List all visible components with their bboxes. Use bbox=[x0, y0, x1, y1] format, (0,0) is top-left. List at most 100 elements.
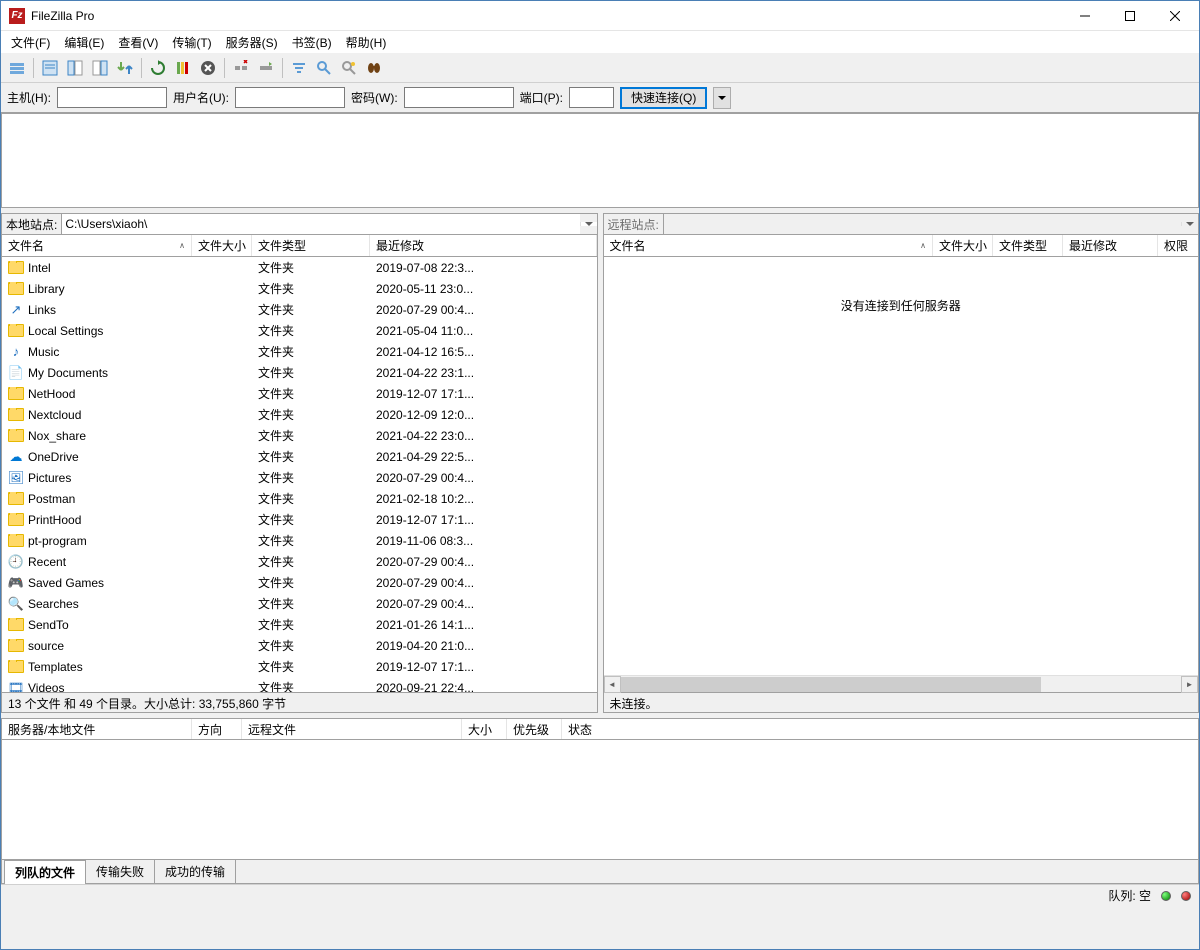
tab-success[interactable]: 成功的传输 bbox=[154, 859, 236, 883]
port-input[interactable] bbox=[569, 87, 614, 108]
file-type: 文件夹 bbox=[252, 574, 370, 591]
col-server[interactable]: 服务器/本地文件 bbox=[2, 719, 192, 739]
file-row[interactable]: NetHood文件夹2019-12-07 17:1... bbox=[2, 383, 597, 404]
file-modified: 2019-11-06 08:3... bbox=[370, 534, 597, 548]
toggle-log-icon[interactable] bbox=[38, 56, 62, 80]
menu-server[interactable]: 服务器(S) bbox=[220, 32, 284, 53]
horizontal-scrollbar[interactable]: ◄ ► bbox=[604, 675, 1199, 692]
quickconnect-dropdown[interactable] bbox=[713, 87, 731, 109]
col-size[interactable]: 文件大小 bbox=[192, 235, 252, 256]
pass-input[interactable] bbox=[404, 87, 514, 108]
remote-pane: 远程站点: 文件名∧ 文件大小 文件类型 最近修改 权限 没有连接到任何服务器 … bbox=[603, 213, 1200, 713]
scroll-right-icon[interactable]: ► bbox=[1181, 676, 1198, 693]
file-row[interactable]: ♪Music文件夹2021-04-12 16:5... bbox=[2, 341, 597, 362]
file-row[interactable]: Nox_share文件夹2021-04-22 23:0... bbox=[2, 425, 597, 446]
maximize-button[interactable] bbox=[1107, 2, 1152, 30]
col-size[interactable]: 大小 bbox=[462, 719, 507, 739]
toggle-remote-tree-icon[interactable] bbox=[88, 56, 112, 80]
scroll-left-icon[interactable]: ◄ bbox=[604, 676, 621, 693]
scrollbar-thumb[interactable] bbox=[621, 677, 1041, 692]
compare-icon[interactable] bbox=[312, 56, 336, 80]
local-file-list[interactable]: Intel文件夹2019-07-08 22:3...Library文件夹2020… bbox=[1, 257, 598, 693]
site-manager-icon[interactable] bbox=[5, 56, 29, 80]
file-row[interactable]: PrintHood文件夹2019-12-07 17:1... bbox=[2, 509, 597, 530]
toggle-local-tree-icon[interactable] bbox=[63, 56, 87, 80]
col-modified[interactable]: 最近修改 bbox=[1063, 235, 1158, 256]
menu-bookmarks[interactable]: 书签(B) bbox=[286, 32, 338, 53]
col-type[interactable]: 文件类型 bbox=[993, 235, 1063, 256]
port-label: 端口(P): bbox=[520, 89, 563, 106]
local-path-dropdown[interactable] bbox=[580, 222, 597, 226]
col-type[interactable]: 文件类型 bbox=[252, 235, 370, 256]
disconnect-icon[interactable] bbox=[229, 56, 253, 80]
queue-list[interactable] bbox=[1, 740, 1199, 860]
file-row[interactable]: Intel文件夹2019-07-08 22:3... bbox=[2, 257, 597, 278]
local-path-input[interactable] bbox=[61, 214, 579, 234]
minimize-button[interactable] bbox=[1062, 2, 1107, 30]
file-row[interactable]: source文件夹2019-04-20 21:0... bbox=[2, 635, 597, 656]
file-row[interactable]: ☁OneDrive文件夹2021-04-29 22:5... bbox=[2, 446, 597, 467]
tab-queued[interactable]: 列队的文件 bbox=[4, 860, 86, 884]
sync-browse-icon[interactable] bbox=[337, 56, 361, 80]
file-row[interactable]: pt-program文件夹2019-11-06 08:3... bbox=[2, 530, 597, 551]
file-row[interactable]: 🎮Saved Games文件夹2020-07-29 00:4... bbox=[2, 572, 597, 593]
file-type: 文件夹 bbox=[252, 553, 370, 570]
search-remote-icon[interactable] bbox=[362, 56, 386, 80]
file-modified: 2019-07-08 22:3... bbox=[370, 261, 597, 275]
file-row[interactable]: 📄My Documents文件夹2021-04-22 23:1... bbox=[2, 362, 597, 383]
file-row[interactable]: SendTo文件夹2021-01-26 14:1... bbox=[2, 614, 597, 635]
file-name: pt-program bbox=[2, 534, 192, 548]
close-button[interactable] bbox=[1152, 2, 1197, 30]
host-input[interactable] bbox=[57, 87, 167, 108]
process-queue-icon[interactable] bbox=[171, 56, 195, 80]
reconnect-icon[interactable] bbox=[254, 56, 278, 80]
menu-file[interactable]: 文件(F) bbox=[5, 32, 56, 53]
menu-view[interactable]: 查看(V) bbox=[112, 32, 164, 53]
col-modified[interactable]: 最近修改 bbox=[370, 235, 597, 256]
filter-icon[interactable] bbox=[287, 56, 311, 80]
toggle-queue-icon[interactable] bbox=[113, 56, 137, 80]
file-name: Local Settings bbox=[2, 324, 192, 338]
menu-transfer[interactable]: 传输(T) bbox=[166, 32, 217, 53]
refresh-icon[interactable] bbox=[146, 56, 170, 80]
cancel-icon[interactable] bbox=[196, 56, 220, 80]
sort-asc-icon: ∧ bbox=[179, 241, 185, 250]
col-name[interactable]: 文件名∧ bbox=[2, 235, 192, 256]
file-row[interactable]: Postman文件夹2021-02-18 10:2... bbox=[2, 488, 597, 509]
toolbar bbox=[1, 53, 1199, 83]
quickconnect-button[interactable]: 快速连接(Q) bbox=[620, 87, 707, 109]
menu-edit[interactable]: 编辑(E) bbox=[58, 32, 110, 53]
col-priority[interactable]: 优先级 bbox=[507, 719, 562, 739]
menu-help[interactable]: 帮助(H) bbox=[340, 32, 393, 53]
file-row[interactable]: Nextcloud文件夹2020-12-09 12:0... bbox=[2, 404, 597, 425]
file-row[interactable]: Library文件夹2020-05-11 23:0... bbox=[2, 278, 597, 299]
user-input[interactable] bbox=[235, 87, 345, 108]
file-row[interactable]: Local Settings文件夹2021-05-04 11:0... bbox=[2, 320, 597, 341]
file-row[interactable]: 🎞Videos文件夹2020-09-21 22:4... bbox=[2, 677, 597, 693]
file-row[interactable]: 🕘Recent文件夹2020-07-29 00:4... bbox=[2, 551, 597, 572]
file-row[interactable]: ↗Links文件夹2020-07-29 00:4... bbox=[2, 299, 597, 320]
remote-path-dropdown[interactable] bbox=[1181, 222, 1198, 226]
col-perm[interactable]: 权限 bbox=[1158, 235, 1198, 256]
file-row[interactable]: 🖼Pictures文件夹2020-07-29 00:4... bbox=[2, 467, 597, 488]
col-remote[interactable]: 远程文件 bbox=[242, 719, 462, 739]
col-name[interactable]: 文件名∧ bbox=[604, 235, 934, 256]
tab-failed[interactable]: 传输失败 bbox=[85, 859, 155, 883]
col-status[interactable]: 状态 bbox=[562, 719, 1198, 739]
file-type: 文件夹 bbox=[252, 658, 370, 675]
file-row[interactable]: Templates文件夹2019-12-07 17:1... bbox=[2, 656, 597, 677]
col-direction[interactable]: 方向 bbox=[192, 719, 242, 739]
file-modified: 2020-07-29 00:4... bbox=[370, 555, 597, 569]
file-name: 📄My Documents bbox=[2, 365, 192, 381]
remote-path-input bbox=[663, 214, 1181, 234]
message-log[interactable] bbox=[1, 113, 1199, 208]
file-row[interactable]: 🔍Searches文件夹2020-07-29 00:4... bbox=[2, 593, 597, 614]
file-modified: 2021-04-22 23:1... bbox=[370, 366, 597, 380]
queue-status: 队列: 空 bbox=[1108, 887, 1151, 904]
remote-file-list[interactable]: 没有连接到任何服务器 ◄ ► bbox=[603, 257, 1200, 693]
file-modified: 2021-04-22 23:0... bbox=[370, 429, 597, 443]
col-size[interactable]: 文件大小 bbox=[933, 235, 993, 256]
file-name: 🎞Videos bbox=[2, 680, 192, 694]
remote-list-header: 文件名∧ 文件大小 文件类型 最近修改 权限 bbox=[603, 235, 1200, 257]
file-name: Intel bbox=[2, 261, 192, 275]
